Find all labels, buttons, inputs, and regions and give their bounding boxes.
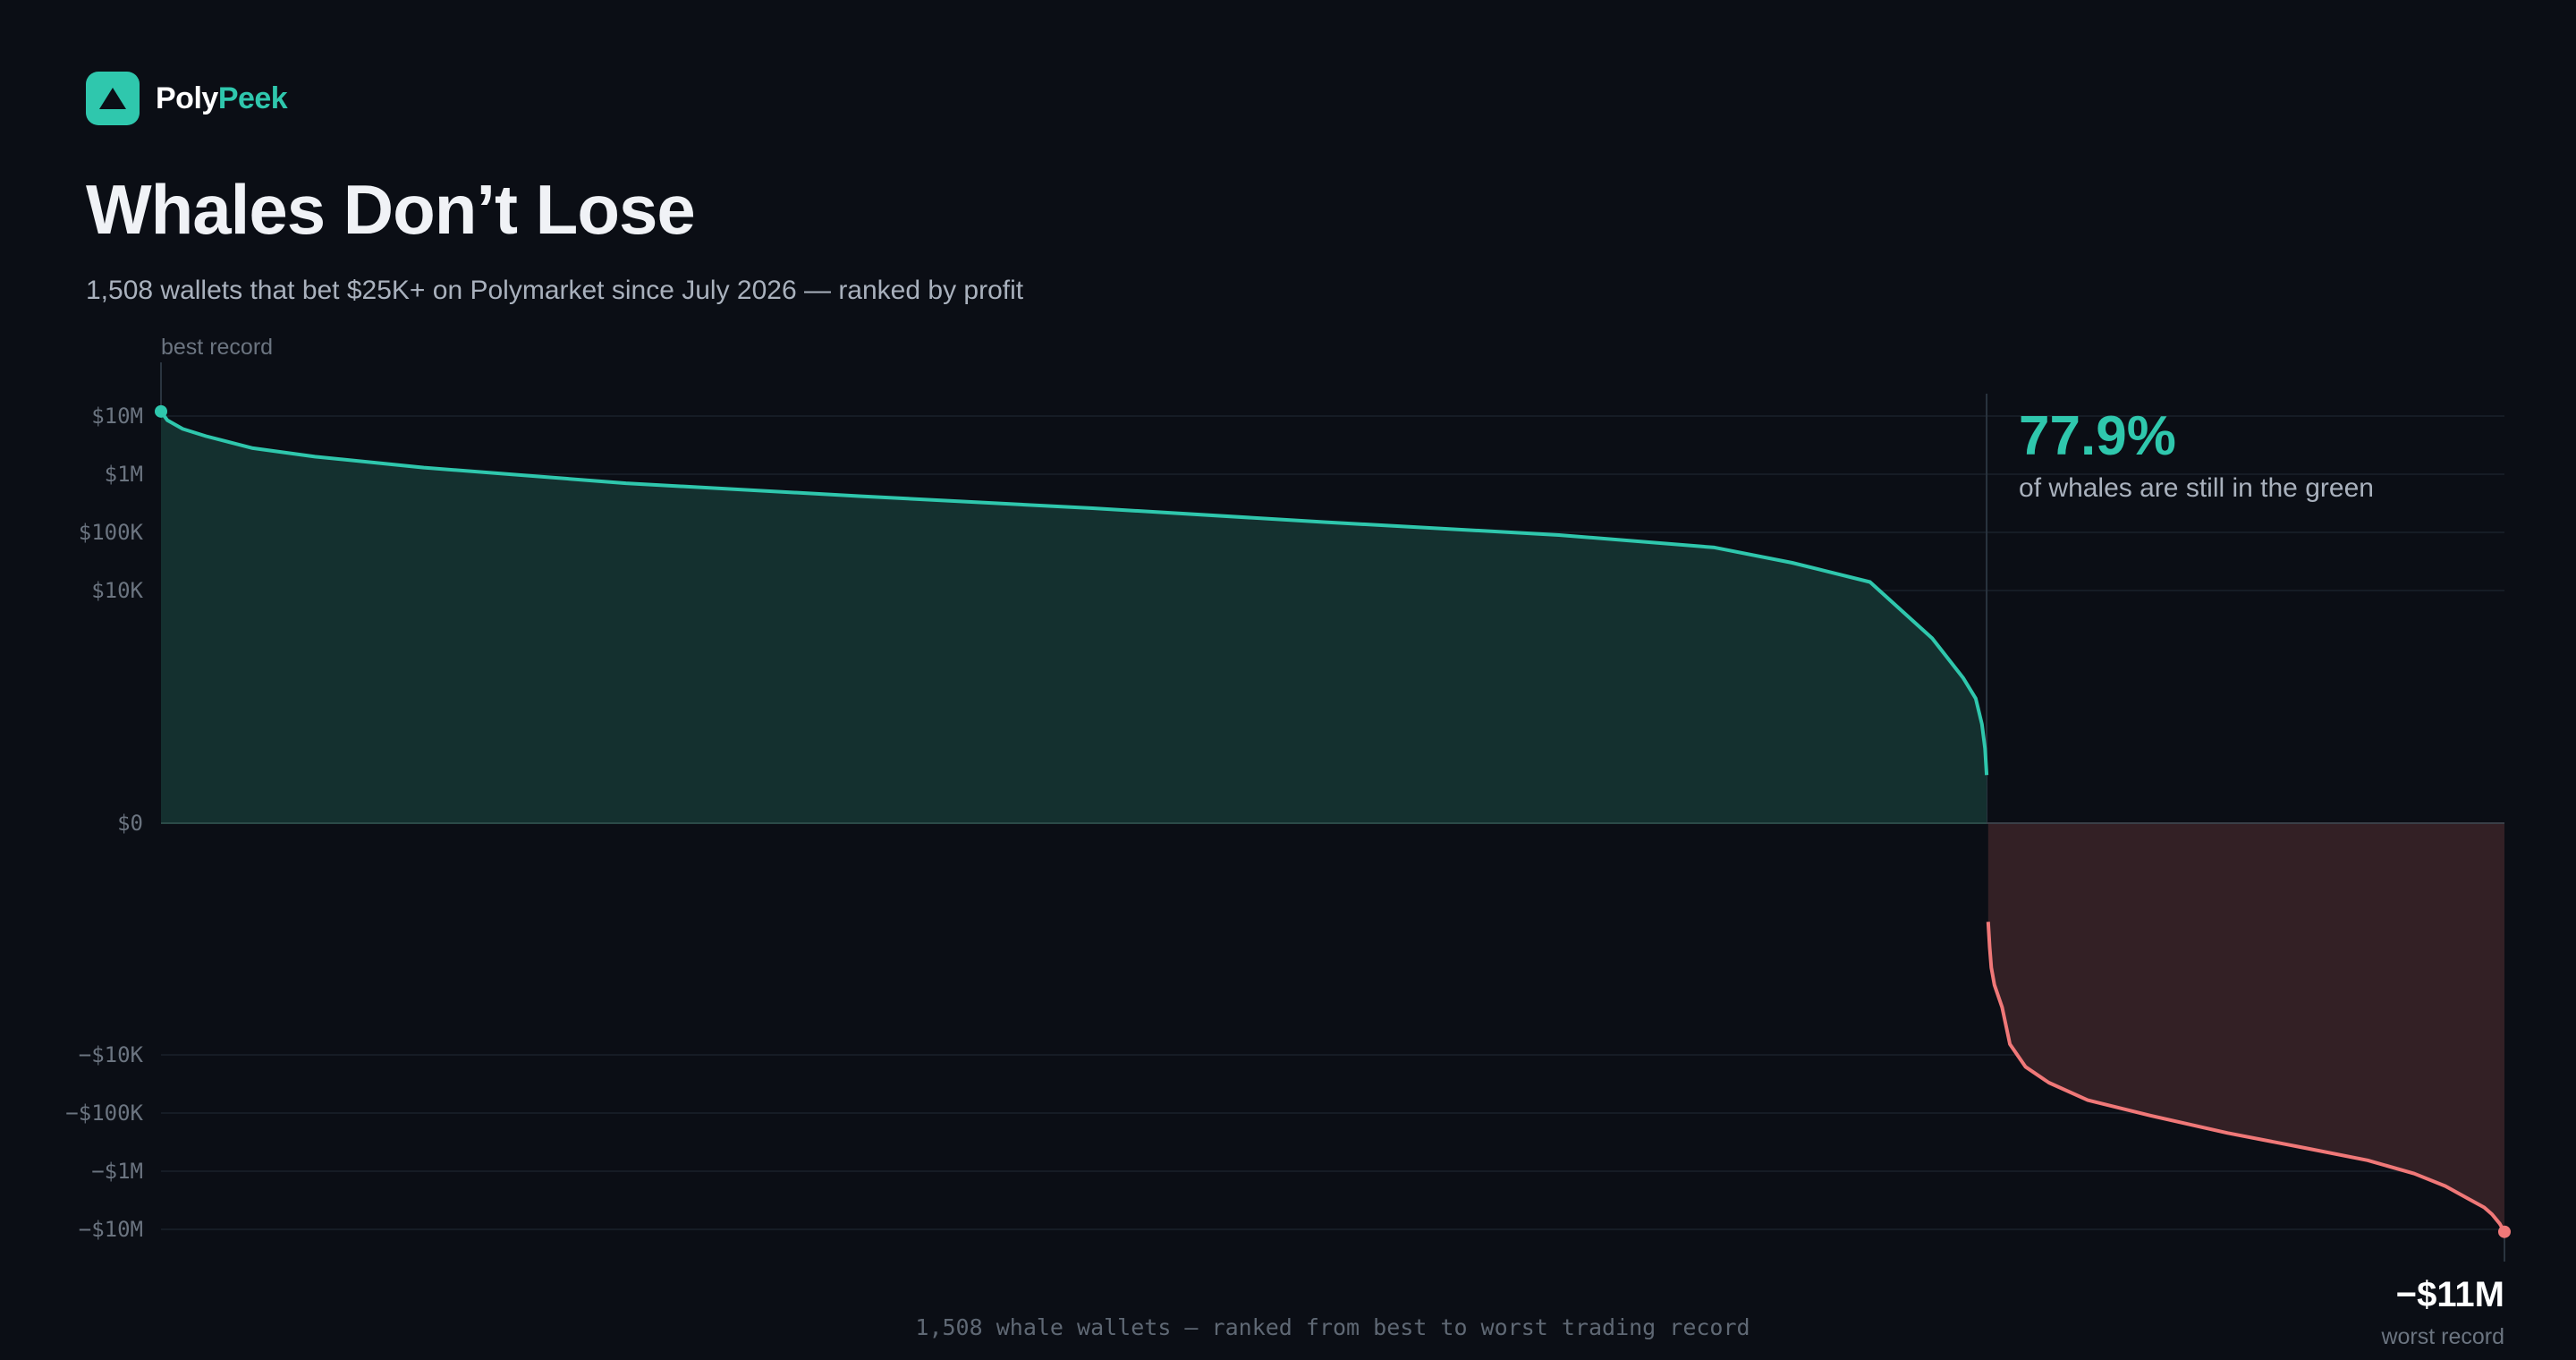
- positive-area: [161, 411, 1987, 823]
- y-tick-label: $10M: [91, 404, 143, 429]
- y-tick-label: $1M: [105, 462, 143, 487]
- y-tick-label: $10K: [91, 578, 143, 603]
- best-record-label: best record: [161, 335, 273, 360]
- y-tick-label: −$10M: [79, 1217, 143, 1242]
- y-tick-label: $100K: [79, 520, 144, 545]
- y-tick-label: −$10K: [79, 1042, 144, 1067]
- best-record-dot: [155, 404, 167, 418]
- negative-area: [1987, 823, 2504, 1232]
- positive-share-note: of whales are still in the green: [2019, 473, 2374, 503]
- y-axis-ticks: $10M $1M $100K $10K $0 −$10K −$100K −$1M −$10M: [65, 404, 143, 1242]
- y-tick-label: −$100K: [65, 1101, 143, 1126]
- worst-record-label: worst record: [2380, 1324, 2504, 1349]
- y-tick-label: −$1M: [91, 1159, 143, 1184]
- positive-share-value: 77.9%: [2019, 405, 2176, 467]
- worst-record-dot: [2498, 1225, 2511, 1238]
- worst-record-value: −$11M: [2396, 1275, 2504, 1314]
- x-axis-caption: 1,508 whale wallets — ranked from best t…: [915, 1314, 1750, 1340]
- profit-chart: $10M $1M $100K $10K $0 −$10K −$100K −$1M −$10M b…: [65, 335, 2511, 1349]
- y-tick-label: $0: [117, 811, 143, 836]
